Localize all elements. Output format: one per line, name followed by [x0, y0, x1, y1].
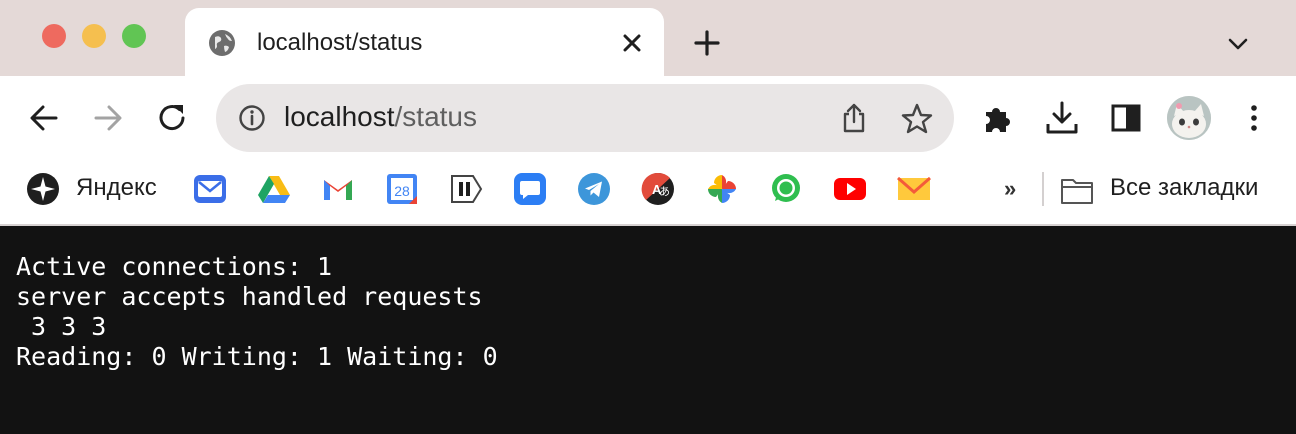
server-header-line: server accepts handled requests	[16, 282, 483, 311]
server-counts-line: 3 3 3	[16, 312, 107, 341]
active-connections-line: Active connections: 1	[16, 252, 333, 281]
google-drive-icon[interactable]	[257, 172, 291, 206]
all-bookmarks-label[interactable]: Все закладки	[1110, 174, 1258, 202]
whatsapp-icon[interactable]	[769, 172, 803, 206]
reload-icon[interactable]	[154, 100, 190, 136]
pause-tag-icon[interactable]	[449, 172, 483, 206]
telegram-icon[interactable]	[577, 172, 611, 206]
close-window-button[interactable]	[42, 24, 66, 48]
chat-bubble-icon[interactable]	[513, 172, 547, 206]
rw-status-line: Reading: 0 Writing: 1 Waiting: 0	[16, 342, 498, 371]
side-panel-icon[interactable]	[1108, 100, 1144, 136]
url-text[interactable]: localhost/status	[284, 101, 477, 133]
mail-envelope-icon[interactable]	[897, 172, 931, 206]
folder-icon[interactable]	[1060, 174, 1094, 208]
share-icon[interactable]	[838, 102, 870, 134]
bookmark-label-yandex[interactable]: Яндекс	[76, 174, 157, 202]
download-icon[interactable]	[1044, 100, 1080, 136]
calendar-day-text: 28	[394, 183, 410, 199]
youtube-icon[interactable]	[833, 172, 867, 206]
page-content: Active connections: 1 server accepts han…	[0, 226, 1296, 434]
maximize-window-button[interactable]	[122, 24, 146, 48]
bookmarks-bar: Яндекс 28 A あ » Все закладки	[0, 160, 1296, 226]
translate-icon[interactable]: A あ	[641, 172, 675, 206]
google-photos-icon[interactable]	[705, 172, 739, 206]
url-host: localhost	[284, 101, 395, 132]
more-menu-icon[interactable]	[1236, 100, 1272, 136]
google-calendar-icon[interactable]: 28	[385, 172, 419, 206]
bookmark-star-icon[interactable]	[900, 102, 934, 136]
tab-title: localhost/status	[257, 29, 423, 56]
chevron-down-icon[interactable]	[1226, 32, 1250, 56]
status-text: Active connections: 1 server accepts han…	[16, 252, 498, 372]
browser-toolbar: localhost/status	[0, 76, 1296, 160]
site-info-icon[interactable]	[238, 104, 266, 132]
new-tab-icon[interactable]	[692, 28, 722, 58]
back-icon[interactable]	[26, 100, 62, 136]
url-path: /status	[394, 101, 477, 132]
bookmarks-overflow-button[interactable]: »	[1004, 176, 1016, 202]
tab-active[interactable]: localhost/status	[185, 8, 664, 76]
yandex-mail-icon[interactable]	[193, 172, 227, 206]
profile-avatar[interactable]	[1167, 96, 1211, 140]
minimize-window-button[interactable]	[82, 24, 106, 48]
forward-icon[interactable]	[90, 100, 126, 136]
yandex-icon[interactable]	[26, 172, 60, 206]
svg-text:あ: あ	[659, 185, 670, 198]
address-bar[interactable]: localhost/status	[216, 84, 954, 152]
extensions-puzzle-icon[interactable]	[980, 100, 1016, 136]
close-tab-icon[interactable]	[619, 30, 645, 56]
gmail-icon[interactable]	[321, 172, 355, 206]
globe-icon	[209, 30, 235, 56]
cat-avatar-icon	[1167, 96, 1211, 140]
title-bar: localhost/status	[0, 0, 1296, 76]
bookmarks-divider	[1042, 172, 1044, 206]
